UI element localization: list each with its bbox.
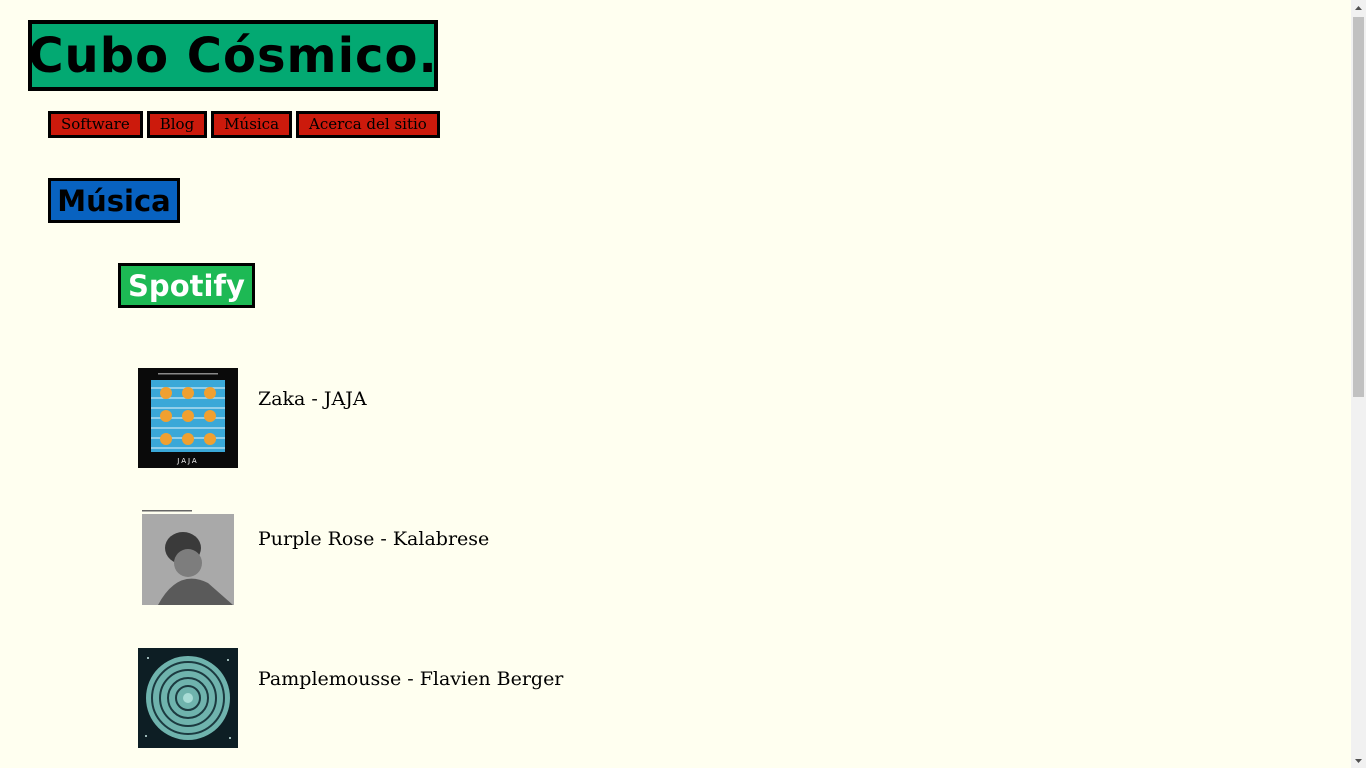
track-item: JAJA Zaka - JAJA — [138, 368, 367, 468]
nav-software-button[interactable]: Software — [48, 111, 143, 138]
page: Cubo Cósmico. Software Blog Música Acerc… — [0, 0, 1351, 768]
track-item: Pamplemousse - Flavien Berger — [138, 648, 563, 748]
album-cover-purple-rose-icon[interactable] — [138, 508, 238, 608]
track-name[interactable]: Purple Rose - Kalabrese — [258, 528, 489, 550]
nav-musica-button[interactable]: Música — [211, 111, 293, 138]
vertical-scrollbar[interactable] — [1351, 0, 1366, 768]
scroll-thumb[interactable] — [1353, 17, 1364, 397]
section-title: Música — [48, 178, 180, 223]
site-title[interactable]: Cubo Cósmico. — [28, 20, 438, 91]
cover-text: JAJA — [176, 457, 198, 465]
scroll-down-arrow-icon[interactable] — [1351, 753, 1366, 768]
spotify-heading: Spotify — [118, 263, 255, 308]
track-name[interactable]: Pamplemousse - Flavien Berger — [258, 668, 563, 690]
album-cover-zaka-jaja-icon[interactable]: JAJA — [138, 368, 238, 468]
main-nav: Software Blog Música Acerca del sitio — [48, 111, 440, 138]
scroll-up-arrow-icon[interactable] — [1351, 0, 1366, 15]
nav-acerca-button[interactable]: Acerca del sitio — [296, 111, 440, 138]
track-name[interactable]: Zaka - JAJA — [258, 388, 367, 410]
nav-blog-button[interactable]: Blog — [146, 111, 208, 138]
track-item: Purple Rose - Kalabrese — [138, 508, 489, 608]
album-cover-pamplemousse-icon[interactable] — [138, 648, 238, 748]
